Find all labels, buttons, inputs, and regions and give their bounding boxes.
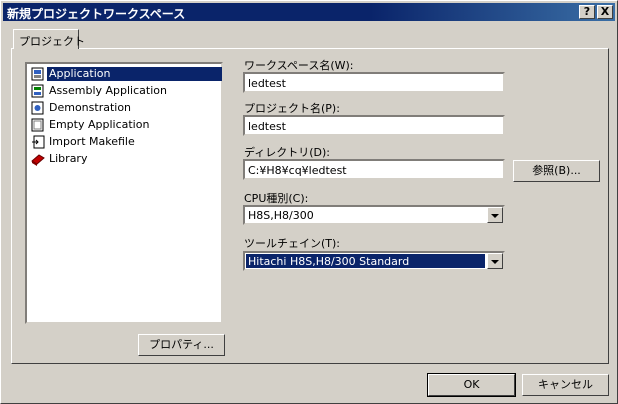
empty-app-icon <box>31 118 44 132</box>
list-item-demonstration[interactable]: Demonstration <box>29 100 222 116</box>
assembly-icon <box>31 84 44 98</box>
application-icon <box>31 67 44 81</box>
properties-button[interactable]: プロパティ... <box>138 334 225 356</box>
demonstration-icon <box>31 101 44 115</box>
list-item-empty-application[interactable]: Empty Application <box>29 117 222 133</box>
browse-button[interactable]: 参照(B)... <box>513 160 600 182</box>
project-name-label: プロジェクト名(P): <box>244 102 340 115</box>
list-item-assembly-application[interactable]: Assembly Application <box>29 83 222 99</box>
chevron-down-icon[interactable] <box>487 207 503 223</box>
project-name-input[interactable]: ledtest <box>243 115 505 136</box>
chevron-down-icon[interactable] <box>487 253 503 269</box>
project-type-list[interactable]: Application Assembly Application Demonst… <box>25 62 223 324</box>
tab-project[interactable]: プロジェクト <box>13 29 85 49</box>
cpu-type-select[interactable]: H8S,H8/300 <box>243 205 505 225</box>
list-item-application[interactable]: Application <box>29 66 222 82</box>
toolchain-label: ツールチェイン(T): <box>244 237 341 250</box>
dialog-title: 新規プロジェクトワークスペース <box>7 7 186 21</box>
tab-project-label: プロジェクト <box>19 35 85 48</box>
cpu-type-label: CPU種別(C): <box>244 192 309 205</box>
workspace-name-input[interactable]: ledtest <box>243 72 505 93</box>
workspace-name-label: ワークスペース名(W): <box>244 59 354 72</box>
toolchain-select[interactable]: Hitachi H8S,H8/300 Standard <box>243 251 505 271</box>
cancel-button[interactable]: キャンセル <box>522 374 609 396</box>
title-bar: 新規プロジェクトワークスペース ? X <box>3 3 615 21</box>
dialog-window: 新規プロジェクトワークスペース ? X プロジェクト Application A… <box>0 0 618 404</box>
directory-label: ディレクトリ(D): <box>244 146 330 159</box>
makefile-icon <box>32 135 45 149</box>
ok-button[interactable]: OK <box>427 373 516 397</box>
list-item-import-makefile[interactable]: Import Makefile <box>29 134 222 150</box>
close-button[interactable]: X <box>597 5 613 19</box>
list-item-library[interactable]: Library <box>29 151 222 167</box>
library-icon <box>31 154 45 166</box>
directory-input[interactable]: C:¥H8¥cq¥ledtest <box>243 159 505 180</box>
help-button[interactable]: ? <box>579 5 595 19</box>
